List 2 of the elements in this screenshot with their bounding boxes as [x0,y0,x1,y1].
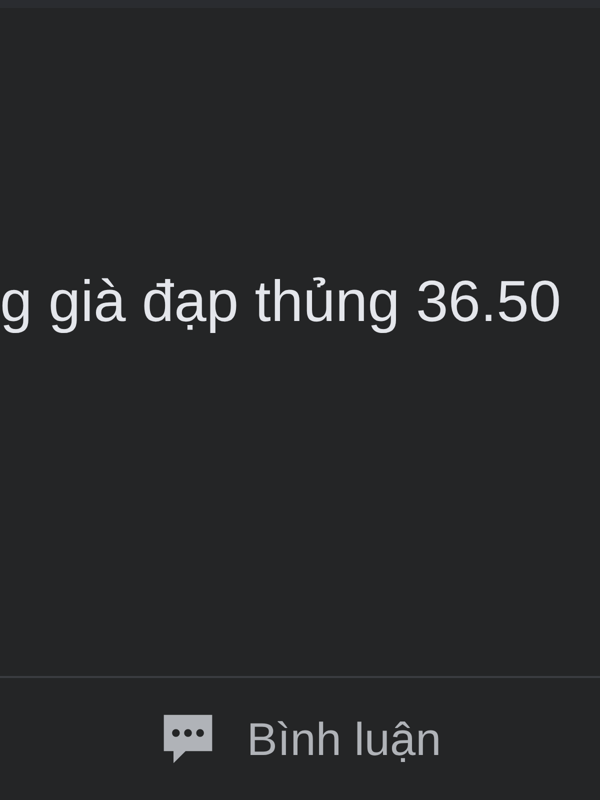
comment-button[interactable]: Bình luận [152,704,448,774]
post-text: g già đạp thủng 36.50 [0,270,562,334]
